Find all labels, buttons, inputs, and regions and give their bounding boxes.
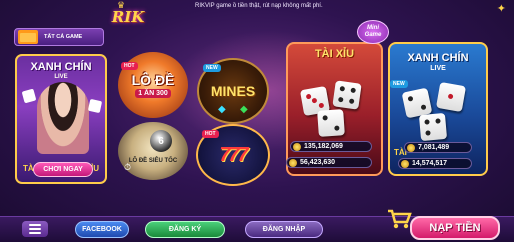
cart-icon (388, 209, 412, 229)
game-card-xanh-chin-live-2[interactable]: XANH CHÍN LIVE TÀI (388, 42, 488, 176)
stopwatch-icon: ⏱ (124, 162, 132, 172)
login-button[interactable]: ĐĂNG NHẬP (245, 221, 323, 238)
dice-icon (435, 81, 467, 113)
hot-badge: HOT (121, 62, 138, 70)
diamond-icon: ◆ (240, 104, 248, 115)
lo-de-subtitle: 1 ĂN 300 (135, 88, 171, 98)
new-badge: NEW (390, 80, 408, 88)
dice-icon (21, 88, 37, 104)
card-subtitle: LIVE (430, 65, 446, 72)
game-card-xanh-chin-live[interactable]: XANH CHÍN LIVE TÀI XỈU CHƠI NGAY (15, 54, 107, 184)
brand-logo: RIK (111, 8, 145, 26)
deposit-button[interactable]: NẠP TIỀN (410, 216, 500, 240)
lo-de-text: LÔ ĐỀ 1 ĂN 300 (131, 71, 175, 98)
jackpot-pill: 56,423,630 (286, 157, 372, 168)
game-card-tai-xiu[interactable]: TÀI XỈU (286, 42, 383, 176)
lo-de-sieu-toc-label: LÔ ĐỀ SIÊU TỐC (128, 158, 178, 164)
coin-icon (401, 159, 409, 168)
jackpot-pill: 135,182,069 (290, 141, 372, 152)
jackpot-pill: 14,574,517 (398, 158, 472, 169)
star-icon: ✦ (496, 3, 506, 15)
tab-all-games-label: TẤT CẢ GAME (44, 34, 83, 40)
jackpot-value: 135,182,069 (304, 143, 343, 150)
diamond-icon: ◆ (218, 104, 226, 115)
play-now-button[interactable]: CHƠI NGAY (33, 162, 93, 177)
dice-icon (317, 109, 345, 137)
jackpot-pill: 7,081,489 (404, 142, 472, 153)
card-title: TÀI XỈU (314, 48, 355, 60)
slot-777-title: 777 (219, 143, 248, 166)
dealer-avatar (37, 82, 89, 154)
coin-icon (289, 158, 297, 167)
game-lobby: ♛ RIK RIKVIP game ồ tiền thật, rút nạp k… (0, 0, 514, 242)
folder-icon (18, 30, 38, 44)
new-badge: NEW (203, 64, 221, 72)
mini-game-button[interactable]: Mini Game (357, 20, 389, 44)
jackpot-value: 14,574,517 (412, 160, 448, 167)
card-subtitle: LIVE (54, 74, 68, 80)
lottery-ball-icon: 6 (150, 130, 172, 152)
dice-icon (418, 112, 448, 142)
lo-de-title: LÔ ĐỀ (131, 71, 175, 88)
mines-title: MINES (210, 83, 256, 99)
dice-icon (332, 80, 362, 110)
card-title: XANH CHÍN (30, 61, 92, 73)
card-title: XANH CHÍN (407, 52, 469, 64)
coin-icon (407, 143, 415, 152)
coin-icon (293, 142, 301, 151)
dice-icon (87, 98, 103, 114)
register-button[interactable]: ĐĂNG KÝ (145, 221, 225, 238)
jackpot-value: 56,423,630 (300, 159, 336, 166)
menu-icon[interactable] (22, 221, 48, 237)
tab-all-games[interactable]: TẤT CẢ GAME (14, 28, 104, 46)
hot-badge: HOT (202, 130, 219, 138)
news-ticker: RIKVIP game ồ tiền thật, rút nạp không m… (195, 3, 323, 9)
facebook-button[interactable]: FACEBOOK (75, 221, 129, 238)
jackpot-value: 7,081,489 (418, 144, 450, 151)
